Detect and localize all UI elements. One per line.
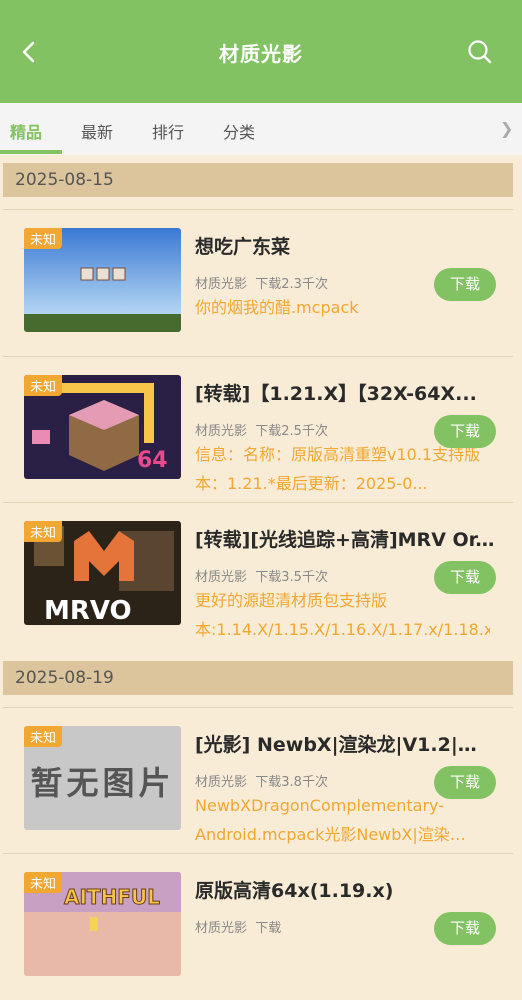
search-button[interactable] (464, 36, 496, 68)
page-title: 材质光影 (219, 42, 303, 66)
item-description: 信息：名称：原版高清重塑v10.1支持版本：1.21.*最后更新：2025-0.… (195, 445, 481, 493)
item-thumbnail: 未知 (24, 228, 181, 332)
item-title: [转载]【1.21.X】【32X-64X... (195, 383, 477, 405)
item-downloads: 下载 (255, 921, 282, 936)
status-badge: 未知 (24, 521, 63, 542)
list-item[interactable]: 暂无图片 未知 [光影] NewbX|渲染龙|V1.2|标... 材质光影 下载… (0, 708, 522, 854)
item-description: 更好的源超清材质包支持版本:1.14.X/1.15.X/1.16.X/1.17.… (195, 591, 490, 639)
item-category: 材质光影 (195, 775, 248, 790)
tab-latest[interactable]: 最新 (81, 119, 113, 143)
download-button[interactable]: 下载 (434, 766, 496, 799)
item-thumbnail: AITHFUL 未知 (24, 872, 181, 976)
item-meta: 材质光影 下载3.5千次 (195, 566, 328, 585)
list-item[interactable]: AITHFUL 未知 原版高清64x(1.19.x) 材质光影 下载 下载 (0, 854, 522, 1000)
item-downloads: 下载2.5千次 (255, 424, 328, 439)
item-downloads: 下载3.5千次 (255, 570, 328, 585)
item-meta: 材质光影 下载2.3千次 (195, 273, 328, 292)
tab-category[interactable]: 分类 (223, 119, 255, 143)
download-button[interactable]: 下载 (434, 268, 496, 301)
tab-active-indicator (0, 150, 62, 154)
item-description: NewbXDragonComplementary-Android.mcpack光… (195, 796, 450, 844)
status-badge: 未知 (24, 872, 63, 893)
download-button[interactable]: 下载 (434, 912, 496, 945)
list-item[interactable]: 未知 想吃广东菜 材质光影 下载2.3千次 你的烟我的醋.mcpack 下载 (0, 210, 522, 356)
thumbnail-placeholder-text: 暂无图片 (30, 764, 175, 802)
list-item[interactable]: MRVO 未知 [转载][光线追踪+高清]MRV Or... 材质光影 下载3.… (0, 503, 522, 649)
item-title: [光影] NewbX|渲染龙|V1.2|标... (195, 734, 495, 756)
download-button[interactable]: 下载 (434, 415, 496, 448)
status-badge: 未知 (24, 228, 63, 249)
item-downloads: 下载3.8千次 (255, 775, 328, 790)
date-header: 2025-08-19 (3, 661, 513, 695)
item-category: 材质光影 (195, 424, 248, 439)
item-downloads: 下载2.3千次 (255, 277, 328, 292)
item-category: 材质光影 (195, 277, 248, 292)
item-meta: 材质光影 下载3.8千次 (195, 771, 328, 790)
thumbnail-logo-text: AITHFUL (64, 885, 160, 909)
status-badge: 未知 (24, 375, 63, 396)
item-category: 材质光影 (195, 921, 248, 936)
tab-bar (0, 103, 522, 155)
tab-ranking[interactable]: 排行 (152, 119, 184, 143)
app-header: 材质光影 (0, 0, 522, 103)
date-header: 2025-08-15 (3, 163, 513, 197)
search-icon (468, 40, 492, 64)
tab-featured[interactable]: 精品 (10, 119, 42, 143)
item-thumbnail: 暂无图片 未知 (24, 726, 181, 830)
item-title: 想吃广东菜 (195, 236, 291, 258)
svg-text:64: 64 (137, 448, 168, 473)
item-title: 原版高清64x(1.19.x) (195, 880, 394, 902)
item-thumbnail: 64 未知 (24, 375, 181, 479)
thumbnail-logo-text: MRVO (44, 596, 132, 625)
tab-scroll-right-icon[interactable]: ❯ (500, 119, 513, 138)
item-meta: 材质光影 下载 (195, 917, 281, 936)
item-title: [转载][光线追踪+高清]MRV Or... (195, 529, 495, 551)
item-category: 材质光影 (195, 570, 248, 585)
item-meta: 材质光影 下载2.5千次 (195, 420, 328, 439)
status-badge: 未知 (24, 726, 63, 747)
item-thumbnail: MRVO 未知 (24, 521, 181, 625)
list-item[interactable]: 64 未知 [转载]【1.21.X】【32X-64X... 材质光影 下载2.5… (0, 357, 522, 503)
download-button[interactable]: 下载 (434, 561, 496, 594)
